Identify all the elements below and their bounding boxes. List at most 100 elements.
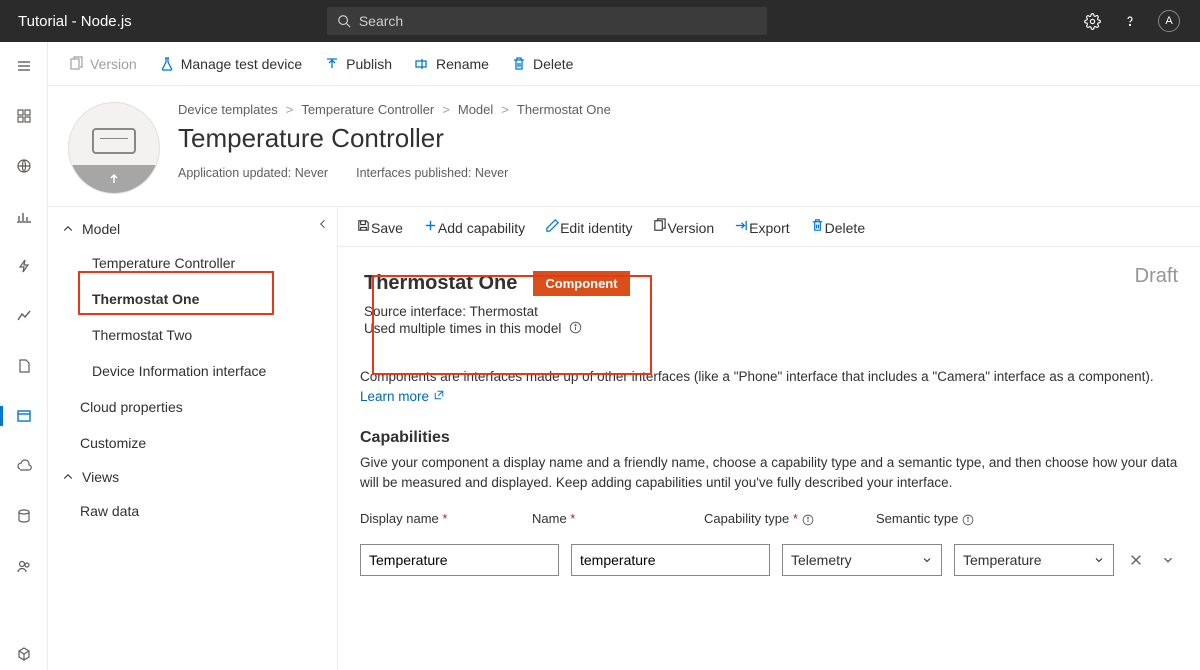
pane-delete-button[interactable]: Delete <box>810 218 865 236</box>
sidebar-item-temp-controller[interactable]: Temperature Controller <box>48 245 337 281</box>
col-sem-type: Semantic type <box>876 511 1036 526</box>
save-button[interactable]: Save <box>356 218 403 236</box>
flask-icon <box>159 56 175 72</box>
copy-icon <box>68 56 84 72</box>
close-icon <box>1129 553 1143 567</box>
analytics-icon <box>16 308 32 324</box>
chevron-up-icon <box>62 223 74 235</box>
capabilities-description: Give your component a display name and a… <box>360 453 1178 494</box>
edit-identity-button[interactable]: Edit identity <box>545 218 632 236</box>
manage-test-device-button[interactable]: Manage test device <box>159 56 302 72</box>
trash-icon <box>810 218 825 233</box>
gear-icon <box>1084 13 1101 30</box>
sidebar-item-thermostat-two[interactable]: Thermostat Two <box>48 317 337 353</box>
export-icon <box>734 218 749 233</box>
help-icon <box>1122 13 1138 29</box>
sidebar-group-views[interactable]: Views <box>48 461 337 493</box>
rail-admin[interactable] <box>8 500 40 532</box>
source-interface-label: Source interface: Thermostat <box>364 304 630 319</box>
page-icon <box>16 358 32 374</box>
search-icon <box>337 14 351 28</box>
sidebar-item-customize[interactable]: Customize <box>48 425 337 461</box>
plus-icon <box>423 218 438 233</box>
app-title: Tutorial - Node.js <box>18 13 132 30</box>
external-link-icon <box>433 389 445 401</box>
semantic-type-select[interactable]: Temperature <box>954 544 1114 576</box>
globe-icon <box>16 158 32 174</box>
col-cap-type: Capability type <box>704 511 864 526</box>
version-button[interactable]: Version <box>68 56 137 72</box>
capabilities-heading: Capabilities <box>360 429 1178 447</box>
rename-icon <box>414 56 430 72</box>
draft-status: Draft <box>1135 265 1178 288</box>
rail-dashboard[interactable] <box>8 100 40 132</box>
rail-groups[interactable] <box>8 200 40 232</box>
rail-devices[interactable] <box>8 150 40 182</box>
settings-button[interactable] <box>1082 11 1102 31</box>
add-capability-button[interactable]: Add capability <box>423 218 525 236</box>
menu-button[interactable] <box>8 50 40 82</box>
interfaces-published-label: Interfaces published: Never <box>356 166 508 180</box>
breadcrumb-link[interactable]: Device templates <box>178 102 278 117</box>
account-button[interactable]: A <box>1158 10 1180 32</box>
learn-more-link[interactable]: Learn more <box>360 389 445 404</box>
info-icon[interactable] <box>962 514 974 526</box>
remove-row-button[interactable] <box>1126 553 1146 567</box>
rail-settings-bottom[interactable] <box>8 638 40 670</box>
chevron-down-icon <box>1093 554 1105 566</box>
model-sidebar: Model Temperature Controller Thermostat … <box>48 207 338 670</box>
rail-users[interactable] <box>8 550 40 582</box>
pane-version-button[interactable]: Version <box>652 218 714 236</box>
capability-type-select[interactable]: Telemetry <box>782 544 942 576</box>
info-icon[interactable] <box>569 321 582 337</box>
rail-export[interactable] <box>8 450 40 482</box>
info-icon[interactable] <box>802 514 814 526</box>
col-name: Name <box>532 511 692 526</box>
cloud-icon <box>16 458 32 474</box>
search-input-container[interactable]: Search <box>327 7 767 35</box>
rail-rules[interactable] <box>8 250 40 282</box>
chevron-down-icon <box>921 554 933 566</box>
template-icon <box>16 408 32 424</box>
trash-icon <box>511 56 527 72</box>
chart-icon <box>16 208 32 224</box>
pencil-icon <box>545 218 560 233</box>
help-button[interactable] <box>1120 11 1140 31</box>
component-title: Thermostat One <box>364 272 517 295</box>
sidebar-item-thermostat-one[interactable]: Thermostat One <box>48 281 337 317</box>
expand-row-button[interactable] <box>1158 553 1178 567</box>
delete-button[interactable]: Delete <box>511 56 573 72</box>
breadcrumb-link[interactable]: Temperature Controller <box>301 102 434 117</box>
users-icon <box>16 558 32 574</box>
export-button[interactable]: Export <box>734 218 789 236</box>
search-placeholder: Search <box>359 13 403 29</box>
display-name-input[interactable] <box>360 544 559 576</box>
cube-icon <box>16 646 32 662</box>
template-toolbar: Version Manage test device Publish Renam… <box>48 42 1200 86</box>
collapse-sidebar-button[interactable] <box>317 217 329 233</box>
left-rail <box>0 42 48 670</box>
save-icon <box>356 218 371 233</box>
hamburger-icon <box>16 58 32 74</box>
rail-jobs[interactable] <box>8 350 40 382</box>
breadcrumb-link[interactable]: Model <box>458 102 493 117</box>
name-input[interactable] <box>571 544 770 576</box>
lightning-icon <box>16 258 32 274</box>
sidebar-item-device-info[interactable]: Device Information interface <box>48 353 337 389</box>
chevron-down-icon <box>1161 553 1175 567</box>
publish-button[interactable]: Publish <box>324 56 392 72</box>
sidebar-item-raw-data[interactable]: Raw data <box>48 493 337 529</box>
used-multiple-label: Used multiple times in this model <box>364 321 630 337</box>
rename-button[interactable]: Rename <box>414 56 489 72</box>
sidebar-group-model[interactable]: Model <box>48 213 337 245</box>
rail-analytics[interactable] <box>8 300 40 332</box>
breadcrumb: Device templates Temperature Controller … <box>178 102 1180 117</box>
pane-toolbar: Save Add capability Edit identity Versio… <box>338 207 1200 247</box>
component-badge: Component <box>533 271 629 296</box>
rail-templates[interactable] <box>8 400 40 432</box>
component-description: Components are interfaces made up of oth… <box>360 367 1178 406</box>
app-updated-label: Application updated: Never <box>178 166 328 180</box>
upload-icon <box>324 56 340 72</box>
sidebar-item-cloud-props[interactable]: Cloud properties <box>48 389 337 425</box>
breadcrumb-current: Thermostat One <box>517 102 611 117</box>
